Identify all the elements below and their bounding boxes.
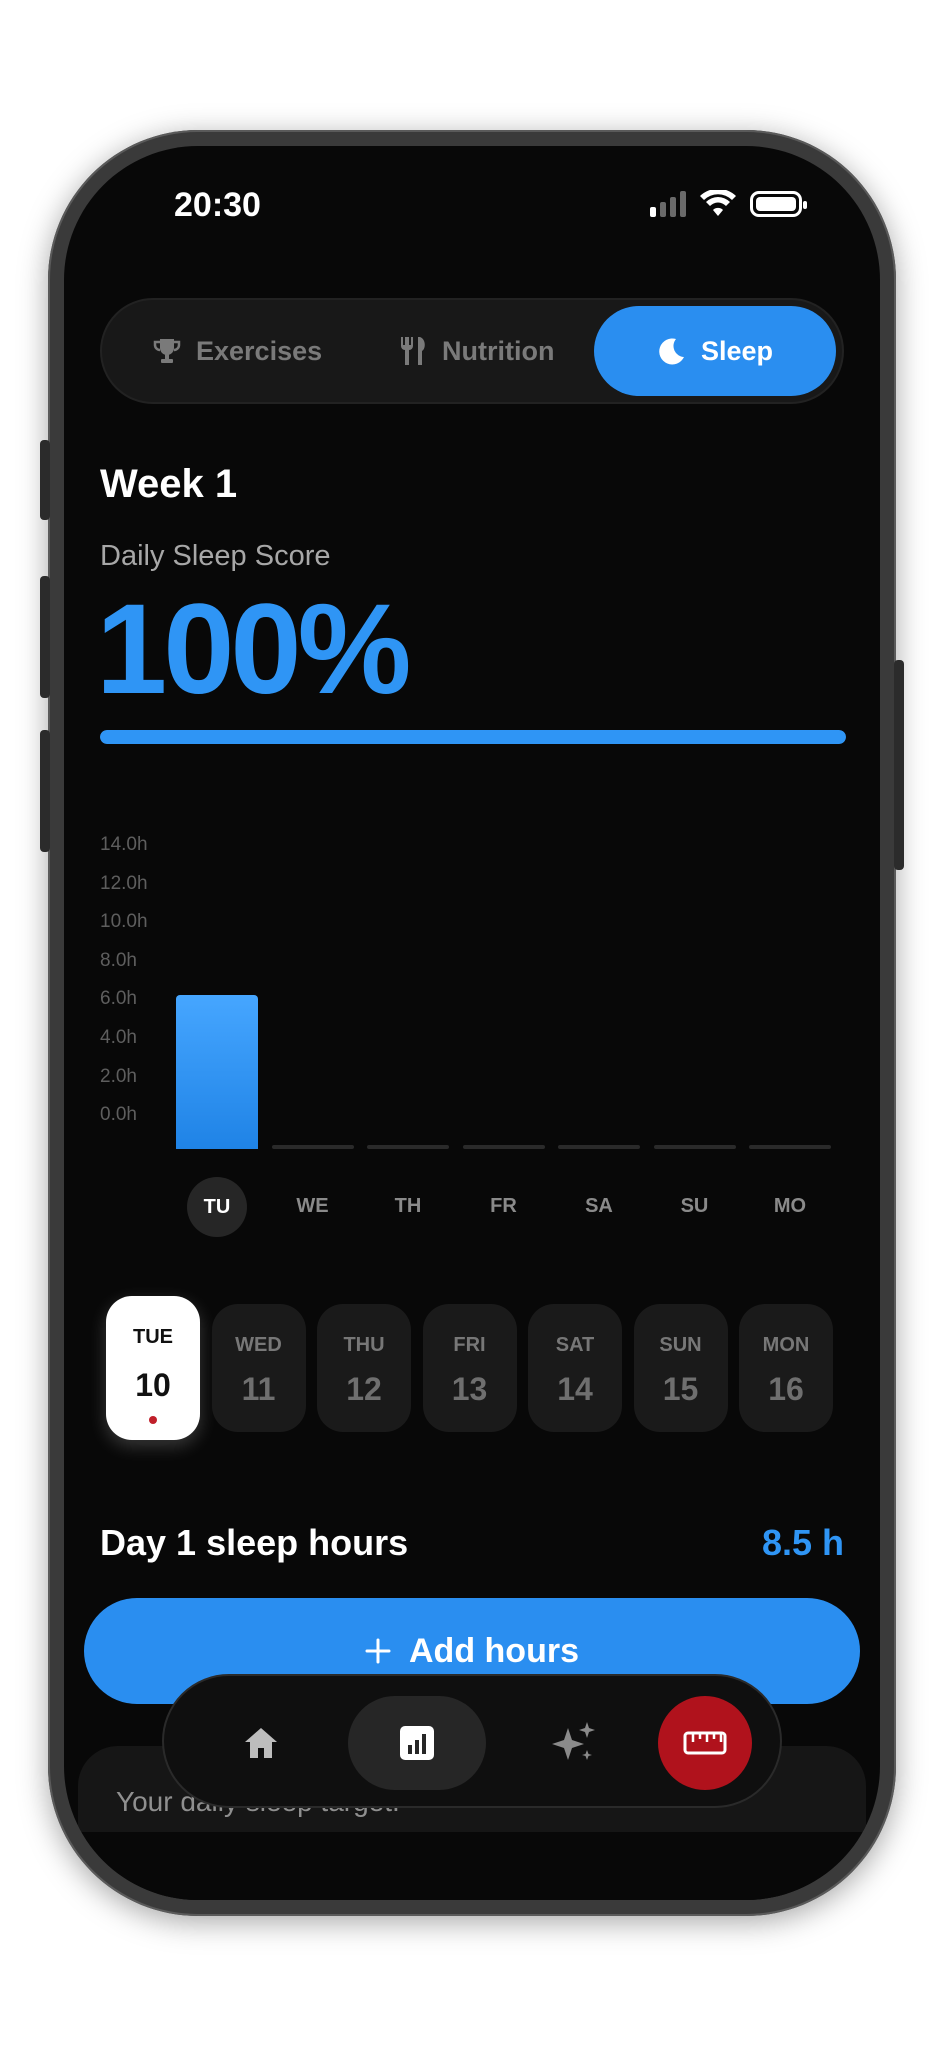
phone-volume-down	[40, 730, 50, 852]
date-number: 15	[662, 1371, 699, 1407]
nav-measure[interactable]	[658, 1696, 752, 1790]
add-hours-label: Add hours	[409, 1631, 579, 1670]
date-weekday: TUE	[133, 1326, 173, 1348]
date-card[interactable]: TUE 10	[106, 1296, 200, 1440]
date-number: 10	[135, 1367, 171, 1403]
bar-mark	[462, 1145, 545, 1149]
y-axis-tick: 0.0h	[100, 1104, 137, 1126]
phone-mute-switch	[40, 440, 50, 520]
y-axis-tick: 10.0h	[100, 911, 148, 933]
nav-ai[interactable]	[528, 1696, 622, 1790]
sleep-bar-fr[interactable]	[462, 849, 545, 1149]
sleep-bar-su[interactable]	[653, 849, 736, 1149]
sleep-bar-sa[interactable]	[558, 849, 640, 1149]
ruler-icon	[683, 1731, 727, 1755]
chart-icon	[400, 1726, 434, 1760]
date-indicator-dot	[149, 1416, 157, 1424]
sleep-bar-chart: 14.0h 12.0h 10.0h 8.0h 6.0h 4.0h 2.0h 0.0h TU WE T…	[64, 146, 880, 1237]
sparkle-icon	[552, 1722, 595, 1760]
date-weekday: THU	[343, 1334, 385, 1356]
phone-volume-up	[40, 576, 50, 698]
date-card[interactable]: FRI 13	[422, 1304, 517, 1432]
bar-mark	[367, 1145, 449, 1149]
date-card[interactable]: WED 11	[211, 1304, 306, 1432]
sleep-bar-th[interactable]	[367, 849, 449, 1149]
bar-mark	[749, 1145, 831, 1149]
day-sleep-value: 8.5 h	[761, 1522, 844, 1563]
bar-mark	[271, 1145, 354, 1149]
date-weekday: FRI	[453, 1334, 486, 1356]
y-axis-tick: 12.0h	[100, 872, 148, 894]
nav-stats[interactable]	[348, 1696, 486, 1790]
bar-mark	[653, 1145, 736, 1149]
date-number: 13	[451, 1371, 488, 1407]
date-weekday: WED	[235, 1334, 282, 1356]
y-axis-tick: 6.0h	[100, 988, 137, 1010]
bar-mark	[176, 994, 258, 1149]
date-card[interactable]: MON 16	[739, 1304, 833, 1432]
bar-mark	[558, 1145, 640, 1149]
sleep-bar-we[interactable]	[271, 849, 354, 1149]
home-icon	[245, 1728, 277, 1758]
phone-power-button	[894, 660, 904, 870]
x-axis-label-fr[interactable]: FR	[474, 1195, 534, 1218]
y-axis-tick: 4.0h	[100, 1027, 137, 1048]
y-axis-tick: 14.0h	[100, 834, 148, 855]
date-card[interactable]: SAT 14	[528, 1304, 622, 1432]
nav-home[interactable]	[214, 1696, 308, 1790]
date-number: 12	[346, 1371, 382, 1407]
screen-bottom-edge	[64, 1832, 880, 1900]
bottom-nav	[162, 1674, 782, 1808]
plus-icon	[365, 1638, 391, 1664]
sleep-bar-tu[interactable]	[176, 849, 258, 1149]
date-number: 11	[241, 1371, 276, 1407]
y-axis-tick: 2.0h	[100, 1065, 137, 1087]
date-number: 16	[768, 1371, 804, 1407]
x-axis-label-we[interactable]: WE	[283, 1195, 343, 1218]
date-weekday: MON	[762, 1334, 810, 1356]
x-axis-label-th[interactable]: TH	[378, 1195, 438, 1218]
date-weekday: SAT	[555, 1334, 595, 1356]
y-axis-tick: 8.0h	[100, 949, 137, 971]
x-axis-label-sa[interactable]: SA	[569, 1195, 629, 1218]
x-axis-label-mo[interactable]: MO	[760, 1195, 820, 1218]
sleep-bar-mo[interactable]	[749, 849, 831, 1149]
date-number: 14	[557, 1371, 593, 1407]
date-card[interactable]: SUN 15	[633, 1304, 728, 1432]
date-weekday: SUN	[659, 1334, 702, 1356]
day-sleep-title: Day 1 sleep hours	[100, 1522, 409, 1563]
date-picker: TUE 10 WED 11 THU 12 FRI 13 SAT 14 SUN 15 MON 16	[64, 1296, 880, 1446]
x-axis-label-tu[interactable]: TU	[187, 1177, 247, 1237]
x-axis-label-su[interactable]: SU	[665, 1195, 725, 1218]
app-screen: 20:30 Exercises Nutrition Sleep Week 1 D…	[64, 146, 880, 1900]
date-card[interactable]: THU 12	[317, 1304, 411, 1432]
